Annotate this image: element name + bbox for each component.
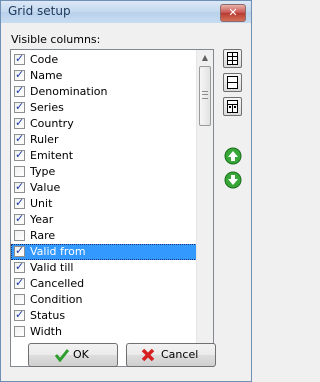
checkmark-icon [55,349,69,362]
checkmark-icon: ✓ [15,68,25,81]
column-checkbox[interactable]: ✓ [14,116,25,129]
column-row[interactable]: ✓ Denomination [11,84,197,100]
grid-layout-1-icon [227,52,238,65]
column-row[interactable]: ✓ Year [11,212,197,228]
column-checkbox[interactable]: ✓ [14,244,25,257]
checkmark-icon: ✓ [15,52,25,65]
column-checkbox[interactable] [14,294,25,305]
column-row[interactable]: ✓ Cancelled [11,276,197,292]
layout-button-1[interactable] [223,49,242,68]
column-checkbox[interactable]: ✓ [14,260,25,273]
ok-label: OK [73,348,89,361]
column-label: Code [30,53,59,66]
column-checkbox[interactable] [14,326,25,337]
column-row[interactable]: ✓ Status [11,308,197,324]
visible-columns-label: Visible columns: [11,33,101,46]
close-icon: ✕ [228,6,238,19]
grid-setup-dialog: Grid setup ✕ Visible columns: ✓ Code ✓ Name… [0,0,252,382]
checkmark-icon: ✓ [15,84,25,97]
scrollbar-thumb[interactable] [199,66,211,126]
column-checkbox[interactable]: ✓ [14,180,25,193]
column-label: Condition [30,293,83,306]
move-up-button[interactable] [224,147,242,165]
column-label: Valid till [30,261,74,274]
column-checkbox[interactable]: ✓ [14,52,25,65]
column-label: Country [30,117,74,130]
checkmark-icon: ✓ [15,116,25,129]
column-label: Type [30,165,56,178]
vertical-scrollbar[interactable]: ▲ ▼ [196,50,213,366]
column-checkbox[interactable] [14,166,25,177]
column-row[interactable]: ✓ Unit [11,196,197,212]
scroll-up-arrow-icon[interactable]: ▲ [197,50,213,66]
checkmark-icon: ✓ [15,148,25,161]
column-row[interactable]: Rare [11,228,197,244]
column-row[interactable]: ✓ Name [11,68,197,84]
green-arrow-down-icon [224,171,242,189]
grid-layout-2-icon [227,76,238,89]
column-row[interactable]: ✓ Ruler [11,132,197,148]
ok-button[interactable]: OK [28,343,118,367]
dialog-title: Grid setup [8,4,71,18]
column-checkbox[interactable]: ✓ [14,84,25,97]
column-label: Ruler [30,133,59,146]
column-label: Emitent [30,149,74,162]
layout-button-3[interactable] [223,97,242,116]
column-row[interactable]: ✓ Value [11,180,197,196]
column-row[interactable]: Type [11,164,197,180]
checkmark-icon: ✓ [15,100,25,113]
column-row[interactable]: ✓ Country [11,116,197,132]
visible-columns-list[interactable]: ✓ Code ✓ Name ✓ Denomination ✓ Series ✓ Country ✓ R… [10,49,214,367]
column-label: Unit [30,197,53,210]
checkmark-icon: ✓ [15,260,25,273]
column-label: Valid from [30,245,86,258]
column-row[interactable]: ✓ Series [11,100,197,116]
checkmark-icon: ✓ [15,308,25,321]
cancel-button[interactable]: Cancel [126,343,216,367]
column-row[interactable]: Width [11,324,197,340]
checkmark-icon: ✓ [15,244,25,257]
red-x-icon [141,348,155,362]
column-label: Width [30,325,62,338]
column-label: Status [30,309,66,322]
grid-layout-3-icon [227,100,238,113]
column-row[interactable]: ✓ Emitent [11,148,197,164]
column-checkbox[interactable]: ✓ [14,132,25,145]
column-label: Series [30,101,64,114]
column-checkbox[interactable]: ✓ [14,100,25,113]
column-checkbox[interactable]: ✓ [14,276,25,289]
checkmark-icon: ✓ [15,132,25,145]
column-checkbox[interactable]: ✓ [14,148,25,161]
title-bar[interactable]: Grid setup ✕ [1,1,251,23]
layout-button-2[interactable] [223,73,242,92]
column-checkbox[interactable] [14,230,25,241]
cancel-label: Cancel [161,348,199,361]
column-label: Cancelled [30,277,85,290]
column-checkbox[interactable]: ✓ [14,308,25,321]
column-label: Year [30,213,54,226]
close-button[interactable]: ✕ [220,4,246,22]
column-label: Denomination [30,85,108,98]
move-down-button[interactable] [224,171,242,189]
column-checkbox[interactable]: ✓ [14,196,25,209]
green-arrow-up-icon [224,147,242,165]
grip-icon [202,91,208,99]
checkmark-icon: ✓ [15,276,25,289]
column-row[interactable]: ✓ Code [11,52,197,68]
column-checkbox[interactable]: ✓ [14,68,25,81]
column-rows: ✓ Code ✓ Name ✓ Denomination ✓ Series ✓ Country ✓ R… [11,52,197,340]
column-label: Value [30,181,61,194]
column-row[interactable]: ✓ Valid till [11,260,197,276]
column-checkbox[interactable]: ✓ [14,212,25,225]
checkmark-icon: ✓ [15,212,25,225]
checkmark-icon: ✓ [15,180,25,193]
dialog-body: Visible columns: ✓ Code ✓ Name ✓ Denomination… [5,27,247,377]
column-row[interactable]: Condition [11,292,197,308]
column-label: Name [30,69,63,82]
column-label: Rare [30,229,56,242]
column-row[interactable]: ✓ Valid from [11,244,197,260]
checkmark-icon: ✓ [15,196,25,209]
